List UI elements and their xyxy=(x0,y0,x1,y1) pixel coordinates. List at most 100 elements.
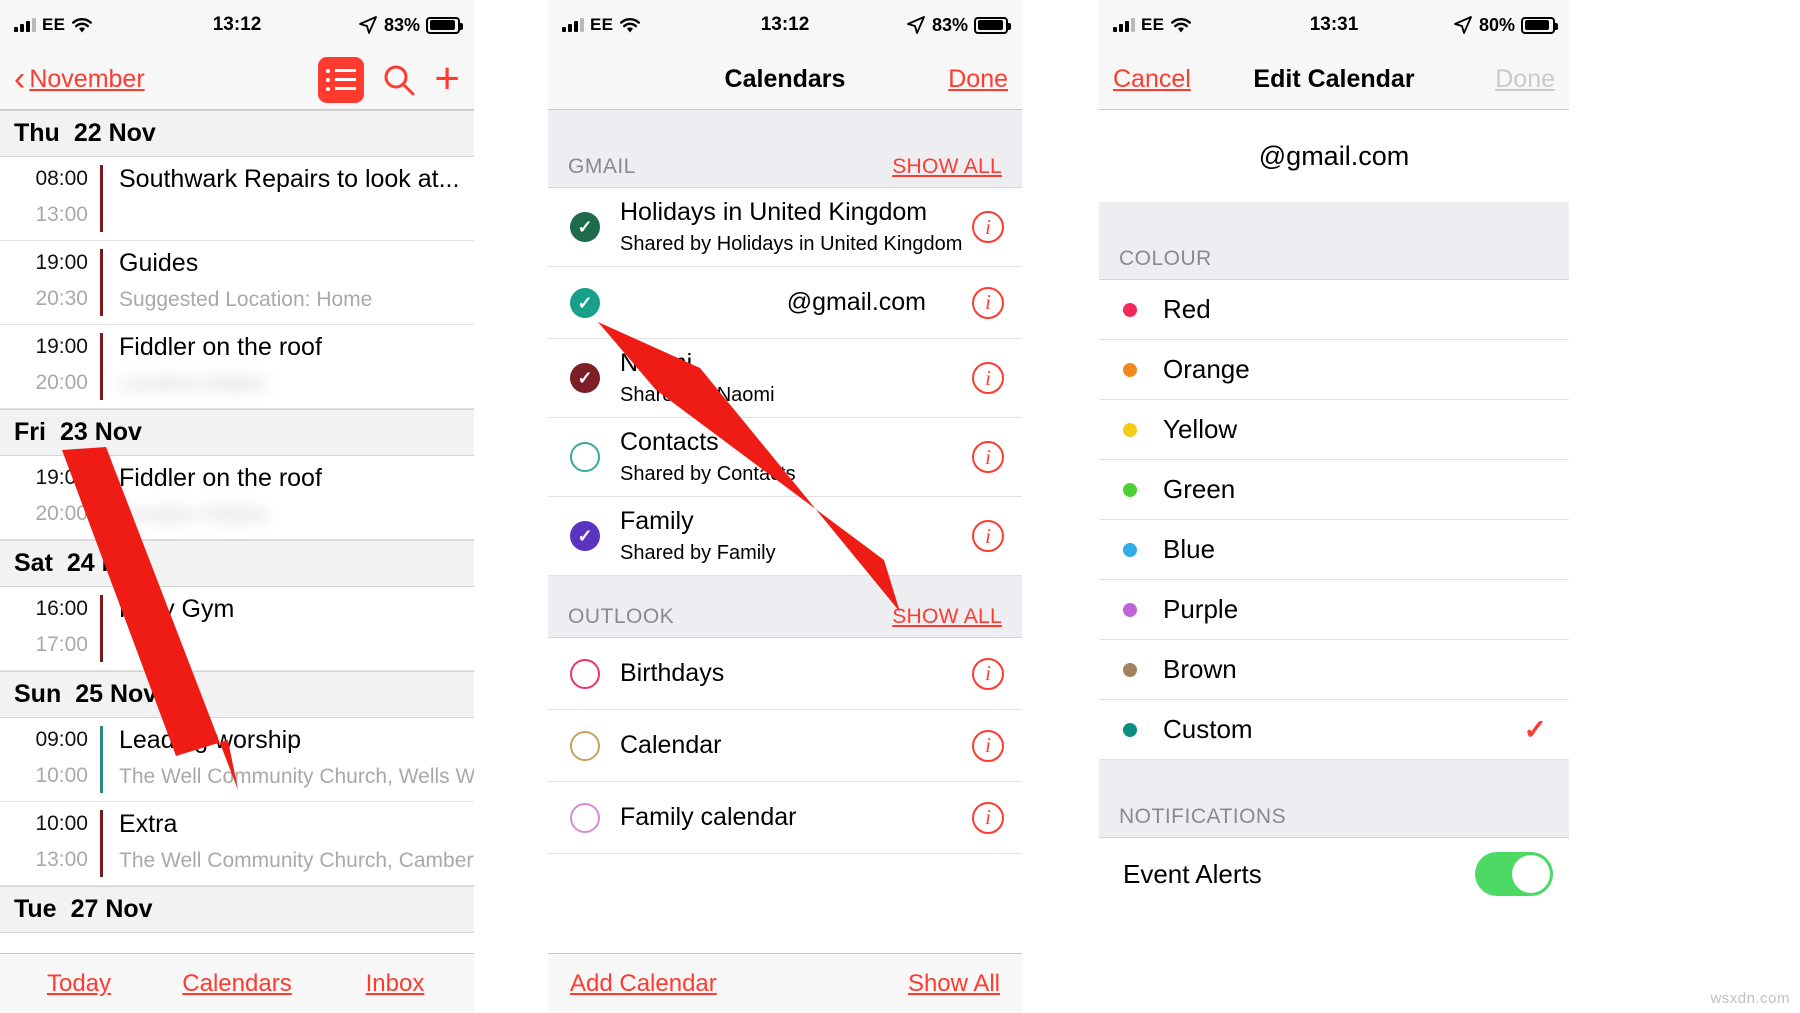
info-icon[interactable]: i xyxy=(972,729,1004,762)
info-icon[interactable]: i xyxy=(972,211,1004,243)
calendar-colour-checkbox[interactable] xyxy=(570,802,600,833)
info-icon[interactable]: i xyxy=(972,441,1004,473)
day-weekday: Sun xyxy=(14,680,62,708)
wifi-icon xyxy=(1171,17,1192,32)
list-view-icon[interactable] xyxy=(318,56,365,103)
calendar-colour-checkbox[interactable] xyxy=(570,658,600,689)
colour-list[interactable]: Red Orange Yellow Green Blue Purple Brown Custo… xyxy=(1099,280,1569,760)
search-icon[interactable] xyxy=(382,63,416,97)
check-icon: ✓ xyxy=(577,292,593,313)
tab-today[interactable]: Today xyxy=(0,970,158,998)
battery-icon xyxy=(1521,16,1558,34)
calendar-row[interactable]: Birthdays i xyxy=(548,638,1022,710)
colour-option-row[interactable]: Custom ✓ xyxy=(1099,700,1569,760)
tab-calendars[interactable]: Calendars xyxy=(158,970,316,998)
done-button: Done xyxy=(1495,65,1555,93)
calendar-row[interactable]: Calendar i xyxy=(548,710,1022,782)
event-title: Leading worship xyxy=(119,726,302,754)
calendar-text: Holidays in United Kingdom Shared by Holi… xyxy=(620,198,972,256)
colour-swatch xyxy=(1123,602,1137,617)
colour-option-row[interactable]: Red xyxy=(1099,280,1569,340)
colour-option-row[interactable]: Blue xyxy=(1099,520,1569,580)
calendar-row[interactable]: Family calendar i xyxy=(548,782,1022,854)
event-times: 19:00 20:00 xyxy=(0,325,100,408)
info-icon[interactable]: i xyxy=(972,801,1004,834)
event-start-time: 09:00 xyxy=(35,728,88,751)
agenda-event-row[interactable]: 19:00 20:00 Fiddler on the roof Location hi… xyxy=(0,456,474,540)
calendar-colour-checkbox[interactable]: ✓ xyxy=(570,521,600,551)
agenda-event-row[interactable]: 16:00 17:00 Holly Gym xyxy=(0,587,474,671)
calendar-colour-checkbox[interactable] xyxy=(570,730,600,761)
location-arrow-icon xyxy=(907,16,925,34)
day-date: 27 Nov xyxy=(70,895,153,923)
colour-option-row[interactable]: Brown xyxy=(1099,640,1569,700)
calendar-colour-checkbox[interactable]: ✓ xyxy=(570,363,600,393)
calendar-colour-checkbox[interactable]: ✓ xyxy=(570,212,600,242)
status-bar-edit: EE 13:31 80% xyxy=(1099,0,1569,50)
calendar-row[interactable]: ✓ Holidays in United Kingdom Shared by Hol… xyxy=(548,188,1022,267)
agenda-event-row[interactable]: 08:00 13:00 Southwark Repairs to look at..… xyxy=(0,157,474,241)
colour-option-row[interactable]: Purple xyxy=(1099,580,1569,640)
done-button[interactable]: Done xyxy=(948,65,1008,94)
add-calendar-button[interactable]: Add Calendar xyxy=(570,970,717,998)
event-end-time: 20:00 xyxy=(35,502,88,525)
calendar-row[interactable]: ✓ Naomi Shared by Naomi i xyxy=(548,339,1022,418)
info-icon[interactable]: i xyxy=(972,362,1004,394)
back-button-november[interactable]: November xyxy=(29,65,144,94)
colour-option-row[interactable]: Yellow xyxy=(1099,400,1569,460)
status-bar-agenda: EE 13:12 83% xyxy=(0,0,474,50)
calendar-colour-checkbox[interactable]: ✓ xyxy=(570,287,600,318)
battery-icon xyxy=(426,16,463,34)
calendar-row[interactable]: Contacts Shared by Contacts i xyxy=(548,418,1022,497)
colour-label: Custom xyxy=(1163,714,1253,744)
tab-inbox[interactable]: Inbox xyxy=(316,970,474,998)
colour-swatch xyxy=(1123,482,1137,497)
agenda-list[interactable]: Thu 22 Nov 08:00 13:00 Southwark Repairs to … xyxy=(0,110,474,933)
back-chevron-icon[interactable]: ‹ xyxy=(14,62,25,96)
show-all-button[interactable]: Show All xyxy=(908,970,1000,998)
info-icon[interactable]: i xyxy=(972,520,1004,552)
event-start-time: 19:00 xyxy=(35,335,88,358)
agenda-event-row[interactable]: 19:00 20:30 Guides Suggested Location: Home xyxy=(0,241,474,325)
agenda-event-row[interactable]: 10:00 13:00 Extra The Well Community Church… xyxy=(0,802,474,886)
panel-agenda: EE 13:12 83% ‹ November + Thu 22 Nov 08:00… xyxy=(0,0,474,1013)
day-weekday: Thu xyxy=(14,119,60,147)
colour-label: Red xyxy=(1163,294,1211,324)
day-date: 22 Nov xyxy=(73,119,156,147)
calendar-text: @gmail.com xyxy=(620,288,972,317)
event-times: 08:00 13:00 xyxy=(0,157,100,240)
event-alerts-toggle[interactable] xyxy=(1475,852,1553,896)
event-end-time: 13:00 xyxy=(35,203,88,226)
cancel-button[interactable]: Cancel xyxy=(1113,65,1191,94)
calendars-list[interactable]: GMAIL SHOW ALL ✓ Holidays in United Kingdom… xyxy=(548,110,1022,854)
event-times: 09:00 10:00 xyxy=(0,718,100,801)
battery-icon xyxy=(974,16,1011,34)
calendar-name: Contacts xyxy=(620,428,719,456)
day-weekday: Tue xyxy=(14,895,57,923)
calendar-text: Birthdays xyxy=(620,659,972,688)
info-icon[interactable]: i xyxy=(972,657,1004,690)
section-show-all-button[interactable]: SHOW ALL xyxy=(892,605,1002,629)
agenda-day-header: Thu 22 Nov xyxy=(0,110,474,157)
colour-option-row[interactable]: Orange xyxy=(1099,340,1569,400)
calendar-shared-by: Shared by Contacts xyxy=(620,463,796,485)
wifi-icon xyxy=(620,17,641,32)
info-icon[interactable]: i xyxy=(972,286,1004,319)
section-show-all-button[interactable]: SHOW ALL xyxy=(892,155,1002,179)
account-name-field[interactable]: @gmail.com xyxy=(1099,110,1569,202)
event-end-time: 20:00 xyxy=(35,371,88,394)
calendar-colour-checkbox[interactable] xyxy=(570,442,600,472)
event-alerts-row[interactable]: Event Alerts xyxy=(1099,838,1569,910)
agenda-event-row[interactable]: 09:00 10:00 Leading worship The Well Commun… xyxy=(0,718,474,802)
agenda-day-header: Sat 24 Nov xyxy=(0,540,474,587)
event-start-time: 16:00 xyxy=(35,597,88,620)
event-end-time: 20:30 xyxy=(35,287,88,310)
agenda-event-row[interactable]: 19:00 20:00 Fiddler on the roof Location hi… xyxy=(0,325,474,409)
colour-option-row[interactable]: Green xyxy=(1099,460,1569,520)
plus-icon[interactable]: + xyxy=(434,57,460,101)
calendar-row[interactable]: ✓ Family Shared by Family i xyxy=(548,497,1022,576)
calendar-section-label: GMAIL xyxy=(568,155,636,178)
calendar-row[interactable]: ✓ @gmail.com i xyxy=(548,267,1022,339)
calendar-name: @gmail.com xyxy=(786,288,926,316)
tab-bar-agenda: Today Calendars Inbox xyxy=(0,953,474,1013)
